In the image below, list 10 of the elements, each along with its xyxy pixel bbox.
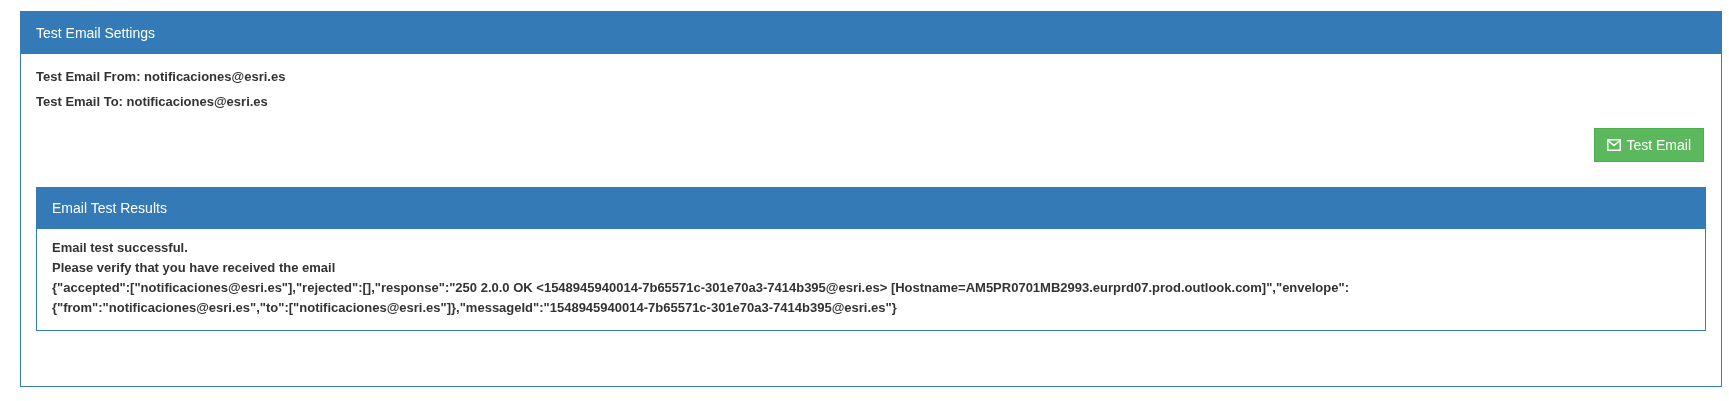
result-text: Please verify that you have received the email [52, 259, 337, 277]
envelope-icon [1607, 139, 1622, 151]
test-email-button[interactable]: Test Email [1594, 128, 1704, 162]
panel-title: Test Email Settings [36, 23, 156, 43]
result-text: {"accepted":["notificaciones@esri.es"],"rejected":[],"response":"250 2.0.0 OK <1548945940014-7b65571c-301e70a3-7414b395@esri.es> [Hostname=AM5PR0701MB2993.eurprd07.prod.outlook.com]","envelope": [52, 279, 1350, 297]
field-text: Test Email To: notificaciones@esri.es [36, 93, 269, 110]
panel-title: Email Test Results [52, 199, 167, 218]
result-text: Email test successful. [52, 239, 189, 257]
result-text: {"from":"notificaciones@esri.es","to":["notificaciones@esri.es"]},"messageId":"1548945940014-7b65571c-301e70a3-7414b395@esri.es"} [52, 299, 898, 317]
field-text: Test Email From: notificaciones@esri.es [36, 68, 287, 85]
